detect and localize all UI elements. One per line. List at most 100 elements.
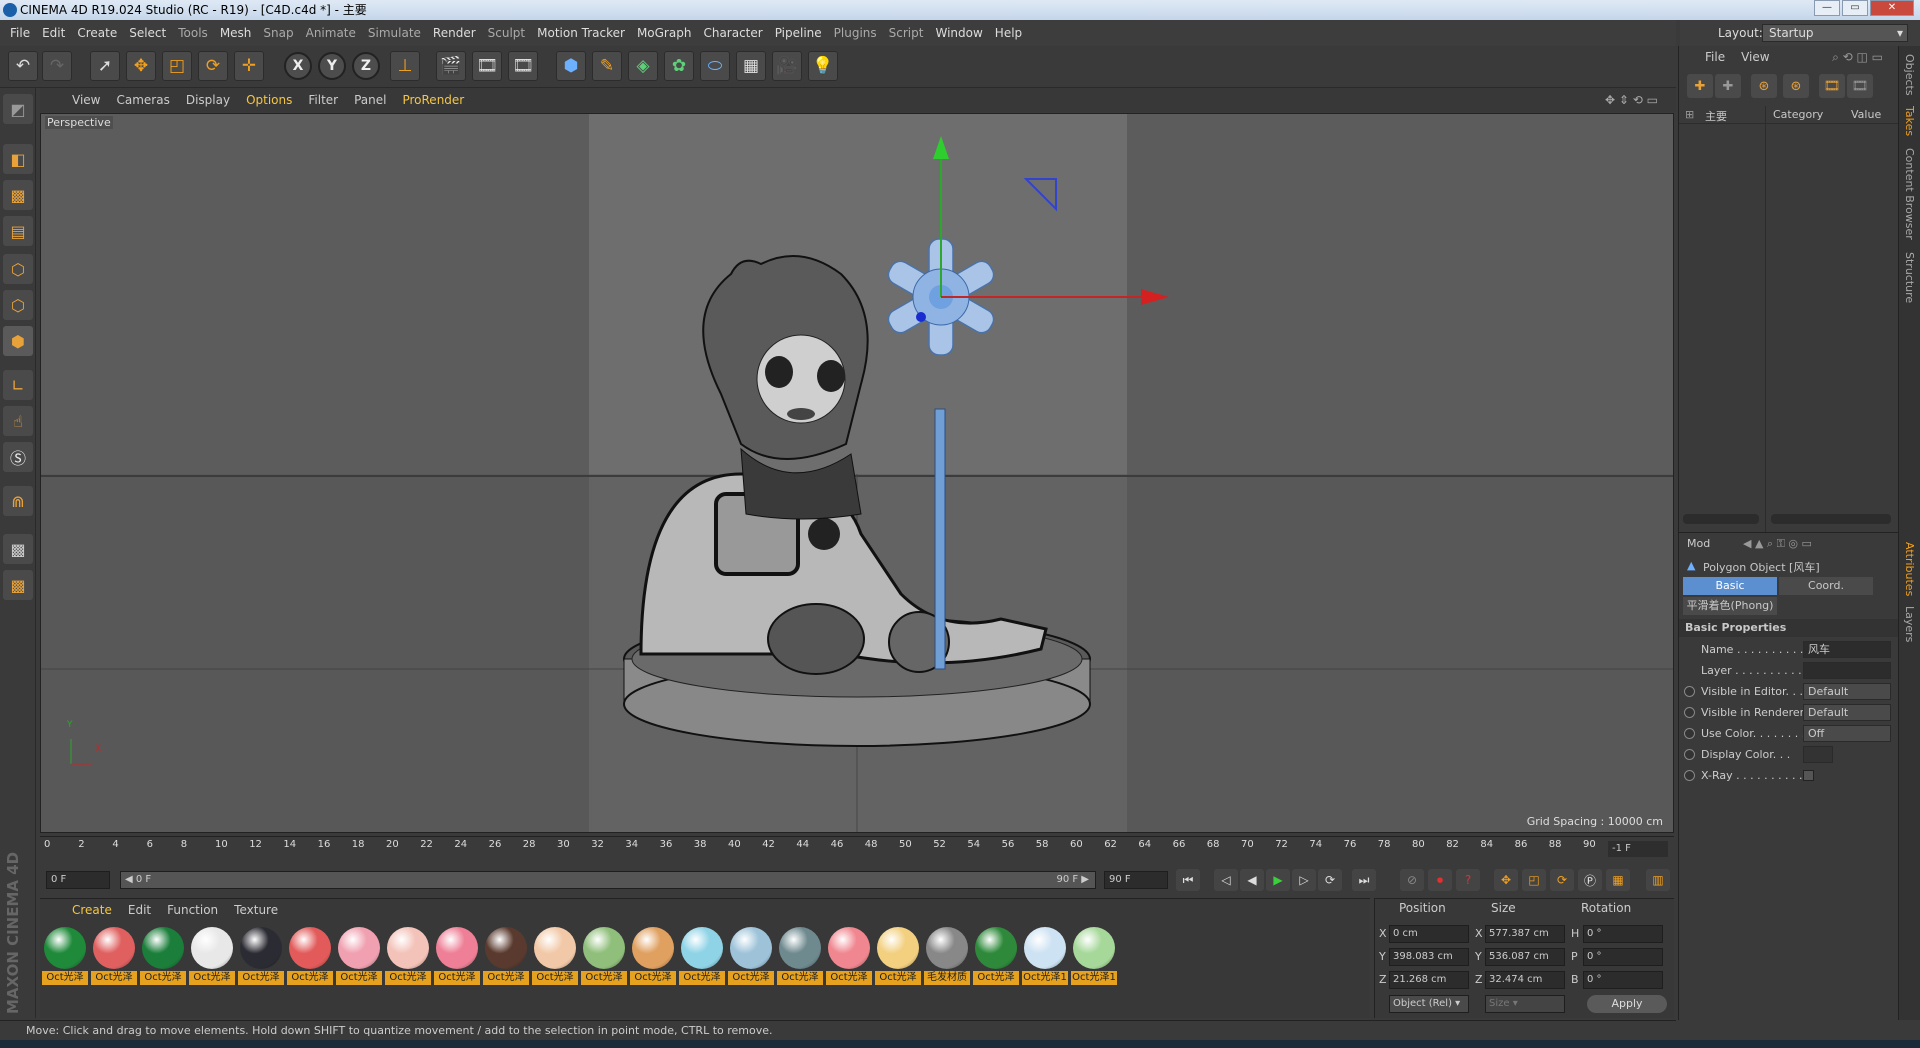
attribute-value-field[interactable]	[1803, 662, 1891, 679]
go-to-end-button[interactable]: ⏭	[1352, 869, 1376, 891]
material-swatch[interactable]: Oct光泽	[875, 925, 921, 987]
object-search-icon[interactable]: ⌕ ⟲ ◫ ▭	[1824, 50, 1891, 65]
menu-file[interactable]: File	[4, 26, 36, 40]
size-x-field[interactable]: 577.387 cm	[1485, 925, 1565, 943]
rot-h-field[interactable]: 0 °	[1583, 925, 1663, 943]
pen-spline-button[interactable]: ✎	[592, 51, 622, 81]
material-swatch[interactable]: Oct光泽1	[1071, 925, 1117, 987]
material-menu-texture[interactable]: Texture	[226, 903, 286, 917]
menu-help[interactable]: Help	[989, 26, 1028, 40]
menu-create[interactable]: Create	[71, 26, 123, 40]
play-button[interactable]: ▶	[1266, 869, 1290, 891]
display-color-swatch[interactable]	[1803, 746, 1833, 763]
cube-object-button[interactable]: ⬢	[556, 51, 586, 81]
pos-z-field[interactable]: 21.268 cm	[1389, 971, 1469, 989]
workplane-mode-button[interactable]: ▤	[3, 216, 33, 246]
tree-expand-icon[interactable]: ⊞	[1685, 108, 1694, 121]
solo-button[interactable]: Ⓢ	[3, 442, 33, 472]
override-button[interactable]: ⊛	[1751, 74, 1777, 98]
menu-character[interactable]: Character	[697, 26, 768, 40]
viewport-nav-icons[interactable]: ✥ ⇕ ⟲ ▭	[1597, 93, 1666, 107]
tab-coord[interactable]: Coord.	[1779, 577, 1873, 595]
menu-tools[interactable]: Tools	[172, 26, 214, 40]
redo-button[interactable]: ↷	[42, 51, 72, 81]
x-ray-checkbox[interactable]	[1803, 770, 1814, 781]
material-menu-function[interactable]: Function	[159, 903, 226, 917]
minimize-button[interactable]: —	[1814, 0, 1840, 16]
menu-select[interactable]: Select	[123, 26, 172, 40]
pos-x-field[interactable]: 0 cm	[1389, 925, 1469, 943]
tab-phong[interactable]: 平滑着色(Phong)	[1683, 597, 1777, 615]
menu-sculpt[interactable]: Sculpt	[482, 26, 531, 40]
material-swatch[interactable]: Oct光泽	[630, 925, 676, 987]
size-y-field[interactable]: 536.087 cm	[1485, 948, 1565, 966]
animate-radio-icon[interactable]	[1684, 728, 1695, 739]
animate-radio-icon[interactable]	[1684, 707, 1695, 718]
material-swatch[interactable]: Oct光泽	[336, 925, 382, 987]
autokey-button[interactable]: ⏺	[1428, 869, 1452, 891]
attribute-value-field[interactable]: Default	[1803, 704, 1891, 721]
side-tab-takes[interactable]: Takes	[1903, 106, 1916, 136]
model-mode-button[interactable]: ◧	[3, 144, 33, 174]
select-tool-button[interactable]: ➚	[90, 51, 120, 81]
y-axis-lock-button[interactable]: Y	[318, 52, 346, 80]
render-all-takes-button[interactable]: 🎞	[1847, 74, 1873, 98]
coordinate-system-button[interactable]: ⊥	[390, 51, 420, 81]
menu-render[interactable]: Render	[427, 26, 482, 40]
material-swatch[interactable]: Oct光泽	[728, 925, 774, 987]
pos-y-field[interactable]: 398.083 cm	[1389, 948, 1469, 966]
previous-frame-button[interactable]: ◀	[1240, 869, 1264, 891]
key-rotation-button[interactable]: ⟳	[1550, 869, 1574, 891]
go-to-start-button[interactable]: ⏮	[1176, 869, 1200, 891]
scale-tool-button[interactable]: ◰	[162, 51, 192, 81]
move-tool-button[interactable]: ✥	[126, 51, 156, 81]
clone-take-button[interactable]: ✚	[1715, 74, 1741, 98]
add-take-button[interactable]: ✚	[1687, 74, 1713, 98]
viewport-menu-view[interactable]: View	[64, 93, 108, 107]
timeline-ruler[interactable]: 0 2 4 6 8 10 12 14 16 18 20 22 24 26 28 30 32 34 36 38 40 42 4…	[40, 836, 1674, 860]
viewport-menu-prorender[interactable]: ProRender	[394, 93, 472, 107]
side-tab-structure[interactable]: Structure	[1903, 252, 1916, 303]
object-menu-view[interactable]: View	[1733, 50, 1777, 64]
material-swatch[interactable]: Oct光泽	[385, 925, 431, 987]
animate-radio-icon[interactable]	[1684, 770, 1695, 781]
attribute-mode-menu[interactable]: Mod	[1687, 537, 1710, 550]
side-tab-objects[interactable]: Objects	[1903, 54, 1916, 96]
material-swatch[interactable]: Oct光泽	[581, 925, 627, 987]
menu-mograph[interactable]: MoGraph	[631, 26, 698, 40]
maximize-button[interactable]: ▭	[1842, 0, 1868, 16]
layout-dropdown[interactable]: Startup ▾	[1762, 24, 1908, 42]
key-scale-button[interactable]: ◰	[1522, 869, 1546, 891]
render-take-button[interactable]: 🎞	[1819, 74, 1845, 98]
transform-tool-button[interactable]: ✛	[234, 51, 264, 81]
viewport-menu-panel[interactable]: Panel	[346, 93, 394, 107]
menu-animate[interactable]: Animate	[300, 26, 362, 40]
undo-button[interactable]: ↶	[8, 51, 38, 81]
render-view-button[interactable]: 🎬	[436, 51, 466, 81]
x-axis-lock-button[interactable]: X	[284, 52, 312, 80]
material-swatch[interactable]: 毛发材质	[924, 925, 970, 987]
material-swatch[interactable]: Oct光泽	[973, 925, 1019, 987]
frame-range-slider[interactable]: ◀ 0 F 90 F ▶	[120, 871, 1096, 889]
side-tab-attributes[interactable]: Attributes	[1903, 542, 1916, 596]
previous-key-button[interactable]: ◁	[1214, 869, 1238, 891]
polygons-mode-button[interactable]: ⬢	[3, 326, 33, 356]
menu-script[interactable]: Script	[883, 26, 930, 40]
menu-window[interactable]: Window	[929, 26, 988, 40]
viewport-menu-cameras[interactable]: Cameras	[108, 93, 177, 107]
render-settings-button[interactable]: 🎞	[508, 51, 538, 81]
tab-basic[interactable]: Basic	[1683, 577, 1777, 595]
z-axis-lock-button[interactable]: Z	[352, 52, 380, 80]
menu-simulate[interactable]: Simulate	[362, 26, 427, 40]
apply-button[interactable]: Apply	[1587, 995, 1667, 1013]
close-button[interactable]: ✕	[1870, 0, 1914, 16]
material-swatch[interactable]: Oct光泽	[189, 925, 235, 987]
attribute-value-field[interactable]: Default	[1803, 683, 1891, 700]
axis-mode-button[interactable]: ∟	[3, 370, 33, 400]
viewport-menu-options[interactable]: Options	[238, 93, 300, 107]
menu-snap[interactable]: Snap	[257, 26, 299, 40]
tweak-mode-button[interactable]: ☝	[3, 406, 33, 436]
attribute-value-field[interactable]: Off	[1803, 725, 1891, 742]
render-to-picture-viewer-button[interactable]: 🎞	[472, 51, 502, 81]
attribute-value-field[interactable]: 风车	[1803, 641, 1891, 658]
